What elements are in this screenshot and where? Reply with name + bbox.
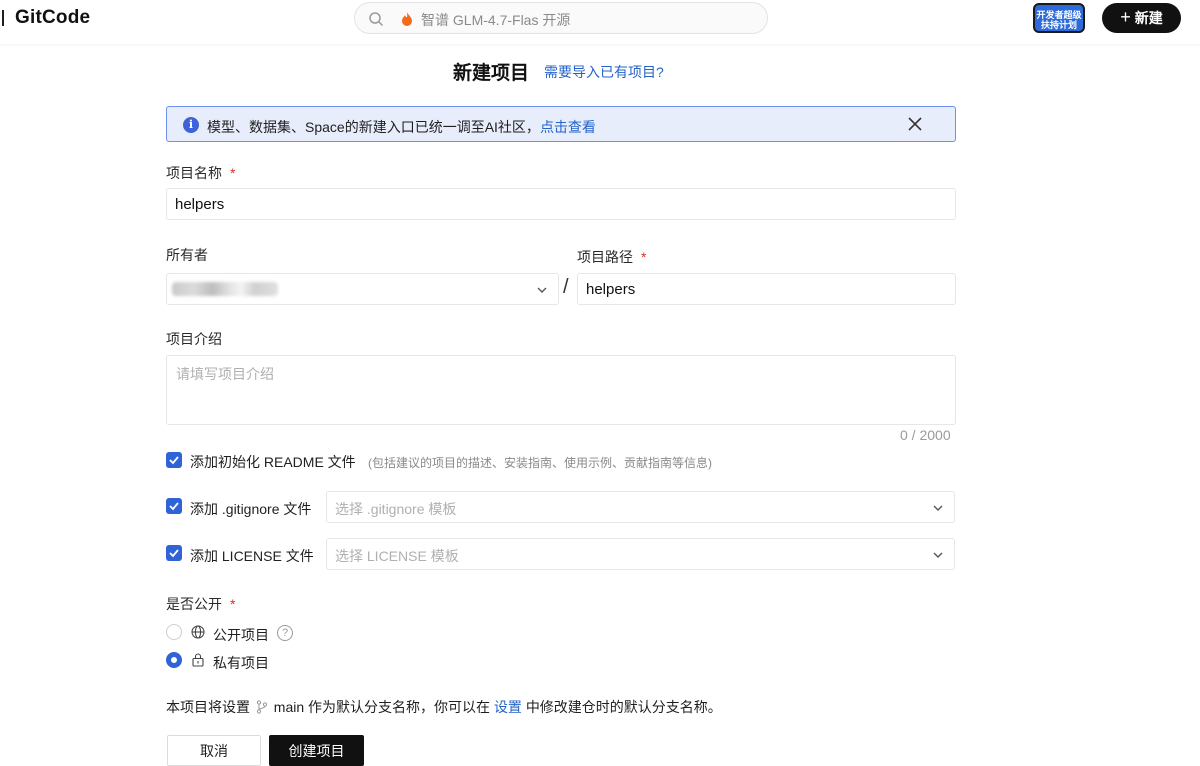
cancel-button[interactable]: 取消 (167, 735, 261, 766)
check-icon (169, 549, 179, 558)
gitignore-checkbox[interactable] (166, 498, 182, 514)
description-textarea[interactable] (166, 355, 956, 425)
help-icon[interactable]: ? (277, 625, 293, 641)
chevron-down-icon (933, 552, 943, 558)
create-project-button[interactable]: 创建项目 (269, 735, 364, 766)
license-select-placeholder: 选择 LICENSE 模板 (335, 548, 459, 564)
public-radio-label: 公开项目 (213, 627, 269, 643)
required-mark: * (641, 249, 647, 265)
import-project-link[interactable]: 需要导入已有项目? (544, 62, 664, 82)
branch-name: main (273, 699, 305, 715)
new-button-label: 新建 (1134, 10, 1163, 26)
project-name-label-text: 项目名称 (166, 165, 222, 181)
plus-icon: + (1120, 6, 1131, 27)
owner-value-redacted (172, 282, 278, 296)
page-title: 新建项目 (453, 63, 530, 84)
info-icon: i (183, 117, 199, 133)
gitcode-logo[interactable]: GitCode (15, 7, 90, 29)
chevron-down-icon (537, 287, 547, 293)
required-mark: * (230, 596, 236, 612)
private-radio[interactable] (166, 652, 182, 668)
search-placeholder: 智谱 GLM-4.7-Flas 开源 (421, 12, 571, 28)
license-label: 添加 LICENSE 文件 (190, 548, 314, 564)
public-radio[interactable] (166, 624, 182, 640)
flame-icon (402, 12, 412, 26)
banner-text: 模型、数据集、Space的新建入口已统一调至AI社区，点击查看 (207, 117, 596, 137)
branch-note-suffix: 中修改建仓时的默认分支名称。 (525, 699, 722, 715)
project-path-label: 项目路径 * (577, 247, 646, 267)
banner-view-link[interactable]: 点击查看 (540, 119, 596, 135)
new-button[interactable]: + 新建 (1102, 3, 1181, 33)
settings-link[interactable]: 设置 (494, 699, 522, 715)
globe-icon (191, 625, 205, 639)
check-icon (169, 502, 179, 511)
required-mark: * (230, 165, 236, 181)
search-icon (369, 12, 384, 27)
gitignore-label: 添加 .gitignore 文件 (190, 501, 312, 517)
project-path-label-text: 项目路径 (577, 249, 633, 265)
visibility-label-text: 是否公开 (166, 596, 222, 612)
default-branch-note: 本项目将设置 main 作为默认分支名称，你可以在 设置 中修改建仓时的默认分支… (166, 697, 722, 717)
visibility-label: 是否公开 * (166, 594, 235, 614)
brand-divider (2, 10, 4, 26)
description-label: 项目介绍 (166, 331, 222, 347)
check-icon (169, 456, 179, 465)
close-icon[interactable] (905, 114, 925, 134)
search-input[interactable]: 智谱 GLM-4.7-Flas 开源 (354, 2, 768, 34)
branch-note-middle: 作为默认分支名称，你可以在 (308, 699, 491, 715)
path-separator: / (563, 276, 569, 298)
developer-program-badge[interactable]: 开发者超级 扶持计划 (1033, 3, 1085, 33)
project-path-input[interactable]: helpers (577, 273, 956, 305)
gitignore-template-select[interactable]: 选择 .gitignore 模板 (326, 491, 955, 523)
chevron-down-icon (933, 505, 943, 511)
gitignore-select-placeholder: 选择 .gitignore 模板 (335, 501, 457, 517)
description-counter: 0 / 2000 (900, 427, 951, 443)
readme-checkbox[interactable] (166, 452, 182, 468)
license-checkbox[interactable] (166, 545, 182, 561)
info-banner: i 模型、数据集、Space的新建入口已统一调至AI社区，点击查看 (166, 106, 956, 142)
readme-hint: (包括建议的项目的描述、安装指南、使用示例、贡献指南等信息) (368, 456, 712, 470)
readme-label: 添加初始化 README 文件 (190, 454, 356, 470)
project-name-label: 项目名称 * (166, 163, 235, 183)
private-radio-label: 私有项目 (213, 655, 269, 671)
lock-icon (192, 653, 204, 667)
banner-message: 模型、数据集、Space的新建入口已统一调至AI社区， (207, 119, 540, 135)
license-template-select[interactable]: 选择 LICENSE 模板 (326, 538, 955, 570)
branch-icon (256, 700, 267, 714)
owner-label: 所有者 (166, 247, 208, 263)
branch-note-prefix: 本项目将设置 (166, 699, 250, 715)
project-name-input[interactable]: helpers (166, 188, 956, 220)
top-navbar: GitCode 智谱 GLM-4.7-Flas 开源 开发者超级 扶持计划 + … (0, 0, 1200, 44)
